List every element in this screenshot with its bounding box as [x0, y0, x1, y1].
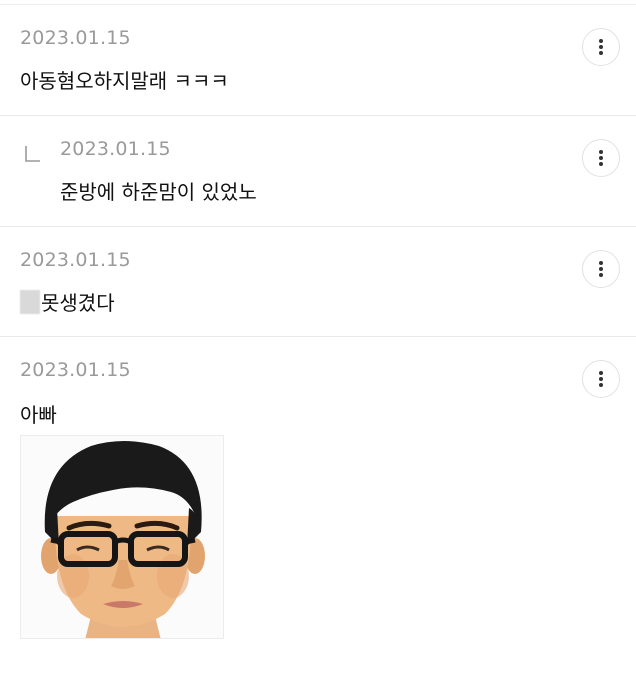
reply-arrow-icon [25, 146, 40, 162]
comment-text: 못생겼다 [41, 291, 115, 315]
more-options-button[interactable] [582, 139, 620, 177]
comment-item: 2023.01.15 못생겼다 [0, 226, 636, 336]
more-vertical-icon [599, 150, 603, 166]
comment-date: 2023.01.15 [20, 27, 131, 49]
comment-image[interactable] [20, 435, 224, 639]
comment-date: 2023.01.15 [20, 249, 131, 271]
comment-date: 2023.01.15 [20, 359, 131, 381]
cartoon-face-illustration [41, 441, 205, 638]
comment-text-row: 못생겼다 [20, 287, 115, 316]
comment-text: 준방에 하준맘이 있었노 [60, 180, 257, 204]
more-options-button[interactable] [582, 360, 620, 398]
more-vertical-icon [599, 371, 603, 387]
comment-date: 2023.01.15 [60, 138, 171, 160]
more-options-button[interactable] [582, 250, 620, 288]
reply-comment-item: 2023.01.15 준방에 하준맘이 있었노 [0, 115, 636, 226]
more-options-button[interactable] [582, 28, 620, 66]
comment-item: 2023.01.15 아동혐오하지말래 ㅋㅋㅋ [0, 5, 636, 115]
more-vertical-icon [599, 261, 603, 277]
blurred-text [20, 290, 40, 314]
more-vertical-icon [599, 39, 603, 55]
comment-text: 아동혐오하지말래 ㅋㅋㅋ [20, 69, 229, 93]
comment-text: 아빠 [20, 403, 57, 427]
